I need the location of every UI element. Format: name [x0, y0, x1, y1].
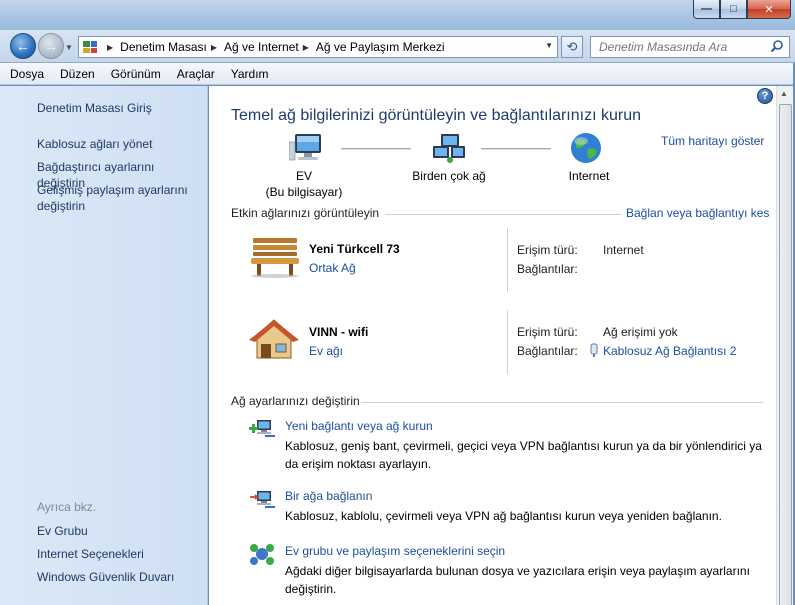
wireless-adapter-icon — [590, 343, 598, 357]
navigation-bar: ← → ▼ ▶ Denetim Masası ▶ Ağ ve Internet … — [0, 30, 795, 63]
sidebar: Denetim Masası Giriş Kablosuz ağları yön… — [0, 86, 208, 605]
recent-pages-dropdown[interactable]: ▼ — [65, 43, 73, 52]
connect-disconnect-link[interactable]: Bağlan veya bağlantıyı kes — [626, 206, 769, 220]
network-divider — [507, 228, 508, 292]
park-bench-icon — [251, 238, 299, 278]
sidebar-control-panel-home[interactable]: Denetim Masası Giriş — [37, 100, 202, 116]
change-settings-heading: Ağ ayarlarınızı değiştirin — [231, 394, 360, 408]
network-type-link[interactable]: Ev ağı — [309, 344, 343, 358]
sidebar-windows-firewall[interactable]: Windows Güvenlik Duvarı — [37, 569, 202, 585]
network-name: Yeni Türkcell 73 — [309, 242, 400, 256]
setup-new-connection-link[interactable]: Yeni bağlantı veya ağ kurun — [285, 419, 433, 433]
close-button[interactable]: ✕ — [747, 0, 791, 19]
active-networks-heading: Etkin ağlarınızı görüntüleyin — [231, 206, 380, 220]
sidebar-internet-options[interactable]: Internet Seçenekleri — [37, 546, 202, 562]
menu-edit[interactable]: Düzen — [60, 67, 95, 81]
control-panel-icon — [83, 41, 97, 53]
computer-name: EV — [295, 169, 312, 183]
connect-to-network-desc: Kablosuz, kablolu, çevirmeli veya VPN ağ… — [285, 509, 722, 523]
search-box[interactable] — [590, 36, 790, 58]
homegroup-sharing-icon — [250, 544, 274, 565]
menu-file[interactable]: Dosya — [10, 67, 44, 81]
forward-arrow-icon: → — [44, 38, 58, 54]
sidebar-advanced-sharing[interactable]: Gelişmiş paylaşım ayarlarını değiştirin — [37, 182, 202, 214]
access-type-label: Erişim türü: — [517, 243, 578, 257]
address-bar[interactable]: ▶ Denetim Masası ▶ Ağ ve Internet ▶ Ağ v… — [78, 36, 558, 58]
homegroup-options-desc: Ağdaki diğer bilgisayarlarda bulunan dos… — [285, 564, 750, 596]
map-connection-line — [481, 148, 551, 150]
wireless-connection-link[interactable]: Kablosuz Ağ Bağlantısı 2 — [603, 344, 736, 358]
connect-to-network-link[interactable]: Bir ağa bağlanın — [285, 489, 372, 503]
connections-label: Bağlantılar: — [517, 344, 578, 358]
back-arrow-icon: ← — [16, 38, 30, 54]
back-button[interactable]: ← — [10, 33, 36, 59]
map-connection-line — [341, 148, 411, 150]
scrollbar-thumb[interactable] — [779, 104, 792, 605]
home-icon — [249, 319, 299, 359]
refresh-icon: ⟲ — [566, 39, 578, 54]
section-divider — [385, 214, 621, 215]
breadcrumb-separator-icon[interactable]: ▶ — [211, 43, 217, 52]
breadcrumb-separator-icon[interactable]: ▶ — [303, 43, 309, 52]
setup-new-connection-desc: Kablosuz, geniş bant, çevirmeli, geçici … — [285, 439, 762, 471]
breadcrumb-network-sharing-center[interactable]: Ağ ve Paylaşım Merkezi — [316, 40, 445, 54]
network-type-link[interactable]: Ortak Ağ — [309, 261, 356, 275]
connections-label: Bağlantılar: — [517, 262, 578, 276]
internet-label: Internet — [568, 169, 610, 183]
breadcrumb-control-panel[interactable]: Denetim Masası — [120, 40, 207, 54]
title-bar: — □ ✕ — [0, 0, 795, 30]
computer-icon[interactable] — [289, 132, 325, 164]
homegroup-options-link[interactable]: Ev grubu ve paylaşım seçeneklerini seçin — [285, 544, 505, 558]
access-type-value: Ağ erişimi yok — [603, 325, 678, 339]
help-icon[interactable]: ? — [757, 88, 773, 104]
access-type-label: Erişim türü: — [517, 325, 578, 339]
sidebar-see-also-label: Ayrıca bkz. — [37, 500, 97, 514]
globe-icon[interactable] — [569, 131, 603, 165]
refresh-button[interactable]: ⟲ — [561, 36, 583, 58]
menu-bar: Dosya Düzen Görünüm Araçlar Yardım — [0, 63, 795, 85]
access-type-value: Internet — [603, 243, 644, 257]
search-input[interactable] — [591, 37, 761, 57]
search-icon[interactable] — [770, 39, 784, 53]
forward-button[interactable]: → — [38, 33, 64, 59]
menu-tools[interactable]: Araçlar — [177, 67, 215, 81]
maximize-button[interactable]: □ — [720, 0, 747, 19]
vertical-scrollbar[interactable]: ▲ — [776, 86, 793, 605]
new-connection-icon — [249, 420, 275, 437]
menu-view[interactable]: Görünüm — [111, 67, 161, 81]
minimize-button[interactable]: — — [693, 0, 720, 19]
scroll-up-icon[interactable]: ▲ — [780, 89, 788, 98]
main-content: Temel ağ bilgilerinizi görüntüleyin ve b… — [209, 86, 776, 605]
multiple-networks-icon[interactable] — [431, 132, 467, 164]
computer-subtitle: (Bu bilgisayar) — [265, 185, 343, 199]
sidebar-manage-wireless[interactable]: Kablosuz ağları yönet — [37, 136, 202, 152]
menu-help[interactable]: Yardım — [231, 67, 269, 81]
connect-network-icon — [250, 491, 275, 508]
window-controls: — □ ✕ — [693, 0, 791, 19]
multiple-networks-label: Birden çok ağ — [412, 169, 486, 183]
section-divider — [361, 402, 763, 403]
page-title: Temel ağ bilgilerinizi görüntüleyin ve b… — [231, 107, 641, 124]
breadcrumb-network-internet[interactable]: Ağ ve Internet — [224, 40, 299, 54]
address-dropdown-icon[interactable]: ▼ — [545, 41, 553, 50]
breadcrumb-separator-icon[interactable]: ▶ — [107, 43, 113, 52]
network-divider — [507, 310, 508, 374]
sidebar-homegroup[interactable]: Ev Grubu — [37, 523, 202, 539]
network-name: VINN - wifi — [309, 325, 369, 339]
show-full-map-link[interactable]: Tüm haritayı göster — [661, 134, 764, 148]
